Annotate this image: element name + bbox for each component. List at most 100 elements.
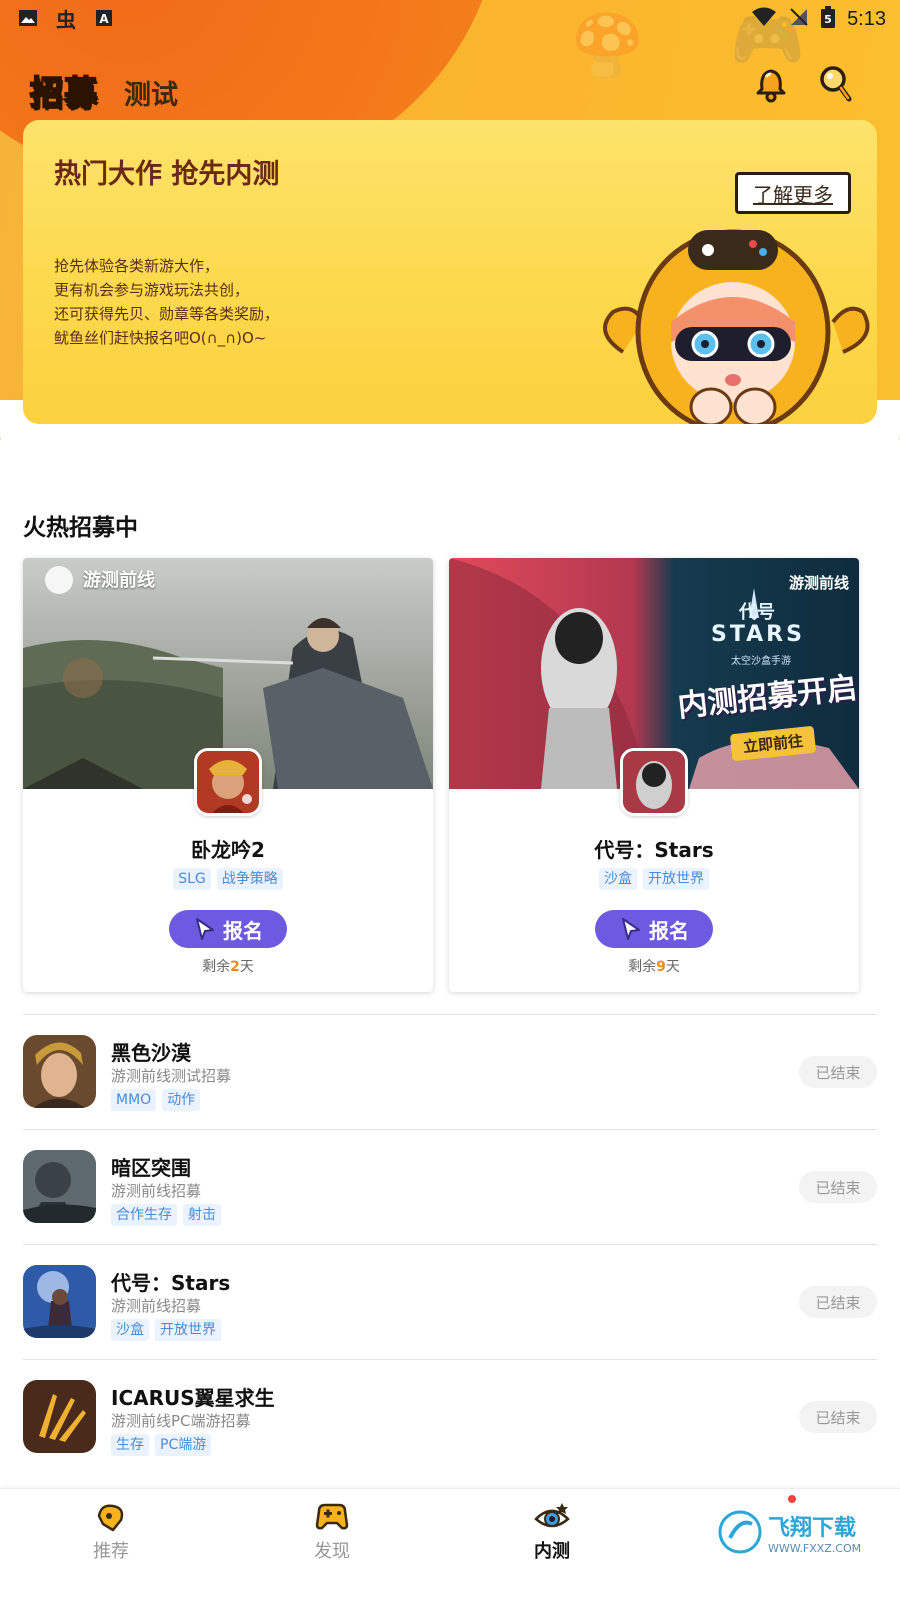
game-subtitle: 游测前线PC端游招募 [111, 1412, 251, 1430]
tag: SLG [173, 868, 211, 890]
tag: 战争策略 [216, 868, 283, 890]
recommend-icon [93, 1501, 129, 1533]
header-bottom-fill [0, 440, 900, 470]
remain-suffix: 天 [239, 959, 254, 975]
tag: MMO [111, 1089, 157, 1111]
game-tags: 沙盒 开放世界 [449, 868, 859, 890]
game-icon [23, 1380, 96, 1453]
list-item[interactable]: 代号：Stars 游测前线招募 沙盒 开放世界 已结束 [23, 1245, 877, 1359]
cover-logo-top: 代号 [739, 602, 775, 623]
banner-description: 抢先体验各类新游大作， 更有机会参与游戏玩法共创， 还可获得先贝、勋章等各类奖励… [54, 254, 279, 350]
signal-off-icon [789, 7, 809, 31]
game-avatar [194, 748, 262, 816]
site-watermark: 飞翔下载 WWW.FXXZ.COM [718, 1507, 888, 1557]
watermark-url: WWW.FXXZ.COM [768, 1541, 862, 1555]
cover-watermark: 游测前线 [83, 570, 155, 591]
game-tags: 生存 PC端游 [111, 1434, 212, 1456]
list-item[interactable]: 暗区突围 游测前线招募 合作生存 射击 已结束 [23, 1130, 877, 1244]
ended-status-button[interactable]: 已结束 [799, 1171, 877, 1203]
ended-status-button[interactable]: 已结束 [799, 1401, 877, 1433]
notification-dot [788, 1495, 796, 1503]
remain-prefix: 剩余 [628, 959, 657, 975]
bottom-navigation: 推荐 发现 内测 飞翔下载 WWW.FXXZ.COM [0, 1488, 900, 1600]
signup-button[interactable]: 报名 [169, 910, 287, 948]
nav-item-recommend[interactable]: 推荐 [51, 1501, 171, 1563]
signup-label: 报名 [649, 918, 689, 943]
cursor-icon [622, 918, 640, 940]
wifi-icon [751, 7, 777, 31]
cursor-icon [196, 918, 214, 940]
status-bar: 虫 A 5 5:13 [0, 0, 900, 38]
search-icon[interactable] [814, 62, 856, 104]
tag: 生存 [111, 1434, 149, 1456]
cover-logo: STARS [711, 622, 805, 647]
svg-text:A: A [99, 12, 109, 26]
game-name: 代号：Stars [111, 1271, 231, 1295]
signup-label: 报名 [223, 918, 263, 943]
battery-icon: 5 [821, 6, 836, 32]
ended-status-button[interactable]: 已结束 [799, 1056, 877, 1088]
remain-suffix: 天 [665, 959, 680, 975]
remaining-days: 剩余2天 [23, 956, 433, 976]
banner-title: 热门大作 抢先内测 [54, 159, 280, 190]
game-name: 黑色沙漠 [111, 1041, 191, 1065]
game-title: 代号：Stars [594, 838, 714, 862]
top-tabs: 招募 测试 [29, 66, 178, 114]
game-tags: 合作生存 射击 [111, 1204, 221, 1226]
game-icon [23, 1150, 96, 1223]
tag: 射击 [183, 1204, 221, 1226]
tag: 开放世界 [643, 868, 709, 890]
remain-days-count: 9 [656, 959, 666, 975]
game-subtitle: 游测前线招募 [111, 1297, 202, 1315]
tag: 动作 [162, 1089, 201, 1111]
game-tags: SLG 战争策略 [23, 868, 433, 890]
recruit-list: 黑色沙漠 游测前线测试招募 MMO 动作 已结束 暗区突围 游测前线招募 合作生… [23, 1014, 877, 1474]
a-icon: A [92, 7, 116, 29]
banner-desc-line: 抢先体验各类新游大作， [54, 257, 220, 275]
tag: PC端游 [155, 1434, 212, 1456]
game-title: 卧龙吟2 [191, 838, 265, 862]
tab-recruit[interactable]: 招募 [29, 66, 98, 114]
game-subtitle: 游测前线测试招募 [111, 1067, 232, 1085]
tab-test[interactable]: 测试 [124, 73, 178, 112]
svg-text:5: 5 [824, 13, 832, 26]
banner-desc-line: 更有机会参与游戏玩法共创， [54, 281, 250, 299]
nav-label: 推荐 [93, 1541, 129, 1562]
list-item[interactable]: 黑色沙漠 游测前线测试招募 MMO 动作 已结束 [23, 1015, 877, 1129]
nav-item-discover[interactable]: 发现 [272, 1501, 392, 1563]
ended-status-button[interactable]: 已结束 [799, 1286, 877, 1318]
cover-watermark: 游测前线 [788, 574, 849, 592]
section-title: 火热招募中 [23, 515, 138, 541]
bug-icon: 虫 [56, 7, 76, 32]
list-item[interactable]: ICARUS翼星求生 游测前线PC端游招募 生存 PC端游 已结束 [23, 1360, 877, 1474]
tag: 沙盒 [111, 1319, 149, 1341]
eye-icon [534, 1501, 570, 1533]
image-icon [16, 7, 40, 29]
tag: 合作生存 [111, 1204, 177, 1226]
nav-item-beta[interactable]: 内测 [492, 1501, 612, 1563]
tag: 开放世界 [155, 1319, 221, 1341]
remaining-days: 剩余9天 [449, 956, 859, 976]
watermark-logo-icon [718, 1510, 762, 1554]
top-actions [750, 62, 856, 104]
promo-banner[interactable]: 热门大作 抢先内测 抢先体验各类新游大作， 更有机会参与游戏玩法共创， 还可获得… [23, 120, 877, 424]
bell-icon[interactable] [750, 62, 792, 104]
game-name: ICARUS翼星求生 [111, 1386, 275, 1410]
tag: 沙盒 [599, 868, 637, 890]
nav-label: 内测 [534, 1541, 570, 1562]
remain-days-count: 2 [230, 959, 240, 975]
game-avatar [620, 748, 688, 816]
signup-button[interactable]: 报名 [595, 910, 713, 948]
squid-mascot-icon [603, 229, 870, 424]
clock-time: 5:13 [847, 7, 886, 30]
game-subtitle: 游测前线招募 [111, 1182, 202, 1200]
game-tags: MMO 动作 [111, 1089, 201, 1111]
watermark-text: 飞翔下载 [768, 1515, 857, 1541]
recruit-card[interactable]: 游测前线 代号 STARS 太空沙盒手游 内测招募开启 立即前往 代号：Star… [449, 558, 859, 992]
gamepad-icon [314, 1501, 350, 1533]
nav-label: 发现 [314, 1541, 350, 1562]
recruit-card[interactable]: 游测前线 卧龙吟2 SLG 战争策略 报名 剩余2天 [23, 558, 433, 992]
banner-desc-line: 鱿鱼丝们赶快报名吧O(∩_∩)O~ [54, 329, 267, 347]
remain-prefix: 剩余 [202, 959, 231, 975]
banner-desc-line: 还可获得先贝、勋章等各类奖励， [54, 305, 280, 323]
